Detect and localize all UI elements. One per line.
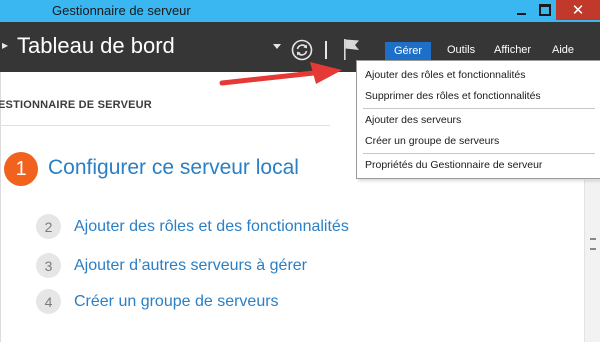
sidebar-edge (0, 72, 1, 342)
menu-item-properties[interactable]: Propriétés du Gestionnaire de serveur (365, 159, 542, 171)
maximize-icon (539, 4, 551, 16)
step-2-badge: 2 (36, 214, 61, 239)
maximize-button[interactable] (532, 0, 558, 20)
gerer-dropdown-menu: Ajouter des rôles et fonctionnalités Sup… (356, 60, 600, 179)
scrollbar[interactable] (584, 180, 600, 342)
minimize-icon (516, 13, 526, 15)
red-arrow-icon (219, 62, 342, 86)
menu-item-remove-roles[interactable]: Supprimer des rôles et fonctionnalités (365, 90, 541, 102)
step-4-link[interactable]: Créer un groupe de serveurs (74, 293, 279, 311)
chevron-down-icon[interactable] (273, 44, 281, 49)
menu-item-add-roles[interactable]: Ajouter des rôles et fonctionnalités (365, 69, 526, 81)
close-button[interactable]: ✕ (556, 0, 600, 20)
heading-divider (0, 125, 330, 126)
menu-separator (363, 108, 595, 109)
step-4-badge: 4 (36, 289, 61, 314)
menu-outils[interactable]: Outils (447, 44, 475, 56)
section-heading: ESTIONNAIRE DE SERVEUR (0, 99, 152, 111)
menu-afficher[interactable]: Afficher (494, 44, 531, 56)
minimize-button[interactable] (508, 0, 534, 20)
close-icon: ✕ (571, 2, 585, 19)
step-1-badge: 1 (4, 152, 38, 186)
menu-item-create-group[interactable]: Créer un groupe de serveurs (365, 135, 499, 147)
step-1-link[interactable]: Configurer ce serveur local (48, 156, 299, 180)
flag-icon[interactable] (342, 37, 362, 61)
nav-arrow-icon[interactable]: ▸ (2, 38, 8, 52)
menu-separator (363, 153, 595, 154)
header-separator (325, 41, 327, 59)
menu-gerer[interactable]: Gérer (385, 42, 431, 60)
page-title: Tableau de bord (17, 33, 175, 58)
window-title: Gestionnaire de serveur (52, 3, 191, 18)
step-3-badge: 3 (36, 253, 61, 278)
step-3-link[interactable]: Ajouter d’autres serveurs à gérer (74, 257, 307, 275)
scroll-grip-icon[interactable] (590, 238, 596, 250)
refresh-icon[interactable] (291, 39, 313, 61)
step-2-link[interactable]: Ajouter des rôles et des fonctionnalités (74, 218, 349, 236)
menu-aide[interactable]: Aide (552, 44, 574, 56)
menu-item-add-servers[interactable]: Ajouter des serveurs (365, 114, 461, 126)
